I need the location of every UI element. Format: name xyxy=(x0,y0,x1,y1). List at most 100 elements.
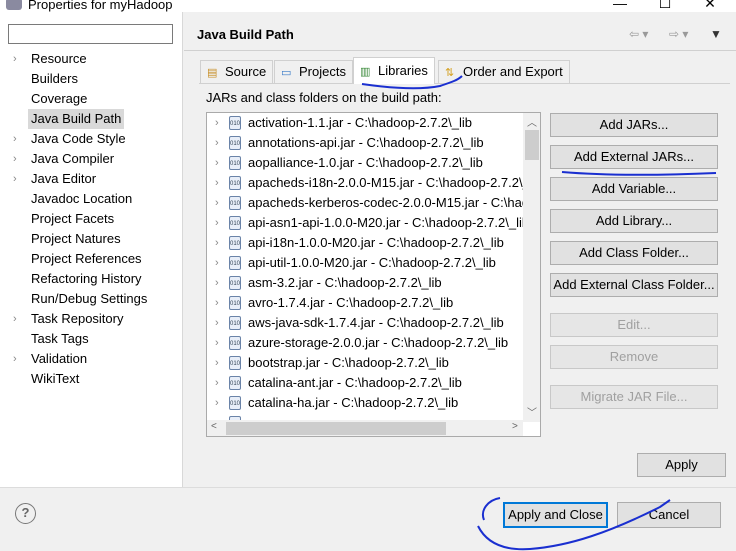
jar-label: aopalliance-1.0.jar - C:\hadoop-2.7.2\_l… xyxy=(248,155,483,170)
close-button[interactable]: ✕ xyxy=(690,0,730,12)
sidebar-item[interactable]: › Task Repository xyxy=(0,309,183,329)
sidebar-item-label: Task Repository xyxy=(31,311,124,326)
jar-label: asm-3.2.jar - C:\hadoop-2.7.2\_lib xyxy=(248,275,442,290)
sidebar-item[interactable]: Builders xyxy=(0,69,183,89)
sidebar-item[interactable]: Project References xyxy=(0,249,183,269)
sidebar-item[interactable]: › Java Code Style xyxy=(0,129,183,149)
horizontal-scroll-thumb[interactable] xyxy=(226,422,446,435)
sidebar-item[interactable]: › Java Compiler xyxy=(0,149,183,169)
chevron-right-icon[interactable]: › xyxy=(215,173,219,193)
chevron-right-icon[interactable]: › xyxy=(215,353,219,373)
forward-icon[interactable]: ⇨ ▾ xyxy=(669,27,688,41)
chevron-right-icon[interactable]: › xyxy=(215,233,219,253)
apply-button[interactable]: Apply xyxy=(637,453,726,477)
sidebar-item[interactable]: Coverage xyxy=(0,89,183,109)
sidebar-item[interactable]: Refactoring History xyxy=(0,269,183,289)
sidebar-item-label: Project Facets xyxy=(31,211,115,226)
tab-projects[interactable]: ▭ Projects xyxy=(274,60,353,83)
sidebar-item[interactable]: › Resource xyxy=(0,49,183,69)
cancel-button[interactable]: Cancel xyxy=(617,502,721,528)
sidebar-item-label: Project Natures xyxy=(31,231,121,246)
chevron-right-icon[interactable]: › xyxy=(13,349,17,369)
chevron-right-icon[interactable]: › xyxy=(13,49,17,69)
tab-source[interactable]: ▤ Source xyxy=(200,60,274,83)
sidebar-item[interactable]: › Validation xyxy=(0,349,183,369)
migrate-jar-file-button[interactable]: Migrate JAR File... xyxy=(550,385,718,409)
sidebar-item-label: WikiText xyxy=(31,371,80,386)
sidebar-item-label: Task Tags xyxy=(31,331,89,346)
sidebar-item[interactable]: Project Facets xyxy=(0,209,183,229)
chevron-right-icon[interactable]: › xyxy=(215,313,219,333)
add-external-class-folder-button[interactable]: Add External Class Folder... xyxy=(550,273,718,297)
chevron-right-icon[interactable]: › xyxy=(13,309,17,329)
sidebar-item[interactable]: Run/Debug Settings xyxy=(0,289,183,309)
remove-button[interactable]: Remove xyxy=(550,345,718,369)
jar-icon: 010 xyxy=(229,216,241,230)
chevron-right-icon[interactable]: › xyxy=(215,293,219,313)
sidebar-item[interactable]: Javadoc Location xyxy=(0,189,183,209)
jar-label: api-i18n-1.0.0-M20.jar - C:\hadoop-2.7.2… xyxy=(248,235,504,250)
scroll-down-icon[interactable]: ﹀ xyxy=(527,404,537,419)
filter-input[interactable] xyxy=(8,24,173,44)
sidebar-item-label: Java Code Style xyxy=(31,131,126,146)
sidebar-item[interactable]: Project Natures xyxy=(0,229,183,249)
chevron-right-icon[interactable]: › xyxy=(215,253,219,273)
chevron-right-icon[interactable]: › xyxy=(215,393,219,413)
sidebar-item-label: Java Build Path xyxy=(28,109,125,129)
sidebar-item[interactable]: › Java Editor xyxy=(0,169,183,189)
apply-and-close-button[interactable]: Apply and Close xyxy=(503,502,608,528)
edit-button[interactable]: Edit... xyxy=(550,313,718,337)
sidebar-item-label: Coverage xyxy=(31,91,88,106)
sidebar-item-label: Run/Debug Settings xyxy=(31,291,148,306)
jar-icon: 010 xyxy=(229,116,241,130)
scroll-left-icon[interactable]: < xyxy=(211,421,217,432)
chevron-right-icon[interactable]: › xyxy=(215,333,219,353)
chevron-right-icon[interactable]: › xyxy=(215,153,219,173)
jar-icon: 010 xyxy=(229,136,241,150)
add-variable-button[interactable]: Add Variable... xyxy=(550,177,718,201)
chevron-right-icon[interactable]: › xyxy=(13,129,17,149)
tab-label: Libraries xyxy=(378,63,428,78)
chevron-right-icon[interactable]: › xyxy=(215,373,219,393)
back-icon[interactable]: ⇦ ▾ xyxy=(629,27,648,41)
jar-icon: 010 xyxy=(229,296,241,310)
jar-label: catalina-ha.jar - C:\hadoop-2.7.2\_lib xyxy=(248,395,459,410)
add-library-button[interactable]: Add Library... xyxy=(550,209,718,233)
chevron-right-icon[interactable]: › xyxy=(215,213,219,233)
add-jars-button[interactable]: Add JARs... xyxy=(550,113,718,137)
chevron-right-icon[interactable]: › xyxy=(215,193,219,213)
sidebar-item[interactable]: Java Build Path xyxy=(0,109,183,129)
scroll-up-icon[interactable]: ︿ xyxy=(527,114,537,129)
sidebar-item-label: Project References xyxy=(31,251,142,266)
maximize-button[interactable]: ☐ xyxy=(645,0,685,12)
jar-icon: 010 xyxy=(229,276,241,290)
tab-label: Order and Export xyxy=(463,64,563,79)
chevron-right-icon[interactable]: › xyxy=(215,133,219,153)
chevron-right-icon[interactable]: › xyxy=(215,113,219,133)
scroll-right-icon[interactable]: > xyxy=(512,421,518,432)
minimize-button[interactable]: — xyxy=(600,0,640,12)
chevron-right-icon[interactable]: › xyxy=(13,169,17,189)
add-class-folder-button[interactable]: Add Class Folder... xyxy=(550,241,718,265)
chevron-right-icon[interactable]: › xyxy=(215,273,219,293)
sidebar-item[interactable]: Task Tags xyxy=(0,329,183,349)
chevron-right-icon[interactable]: › xyxy=(13,149,17,169)
sidebar-item-label: Java Editor xyxy=(31,171,97,186)
jar-icon: 010 xyxy=(229,376,241,390)
tab-libraries[interactable]: ▥ Libraries xyxy=(353,57,435,84)
vertical-scroll-thumb[interactable] xyxy=(525,130,539,160)
add-external-jars-button[interactable]: Add External JARs... xyxy=(550,145,718,169)
help-icon[interactable]: ? xyxy=(15,503,36,524)
sidebar-item[interactable]: WikiText xyxy=(0,369,183,389)
app-icon xyxy=(6,0,22,10)
window-title: Properties for myHadoop xyxy=(28,0,173,12)
page-title: Java Build Path xyxy=(197,27,294,42)
jar-label: catalina-ant.jar - C:\hadoop-2.7.2\_lib xyxy=(248,375,462,390)
jar-icon: 010 xyxy=(229,156,241,170)
tab-order-and-export[interactable]: ⇅ Order and Export xyxy=(438,60,570,83)
jar-icon: 010 xyxy=(229,316,241,330)
sidebar-item-label: Java Compiler xyxy=(31,151,115,166)
jar-list[interactable]: › 010 activation-1.1.jar - C:\hadoop-2.7.2… xyxy=(206,112,541,437)
sidebar-item-label: Javadoc Location xyxy=(31,191,133,206)
menu-dropdown-icon[interactable]: ▼ xyxy=(710,27,722,41)
